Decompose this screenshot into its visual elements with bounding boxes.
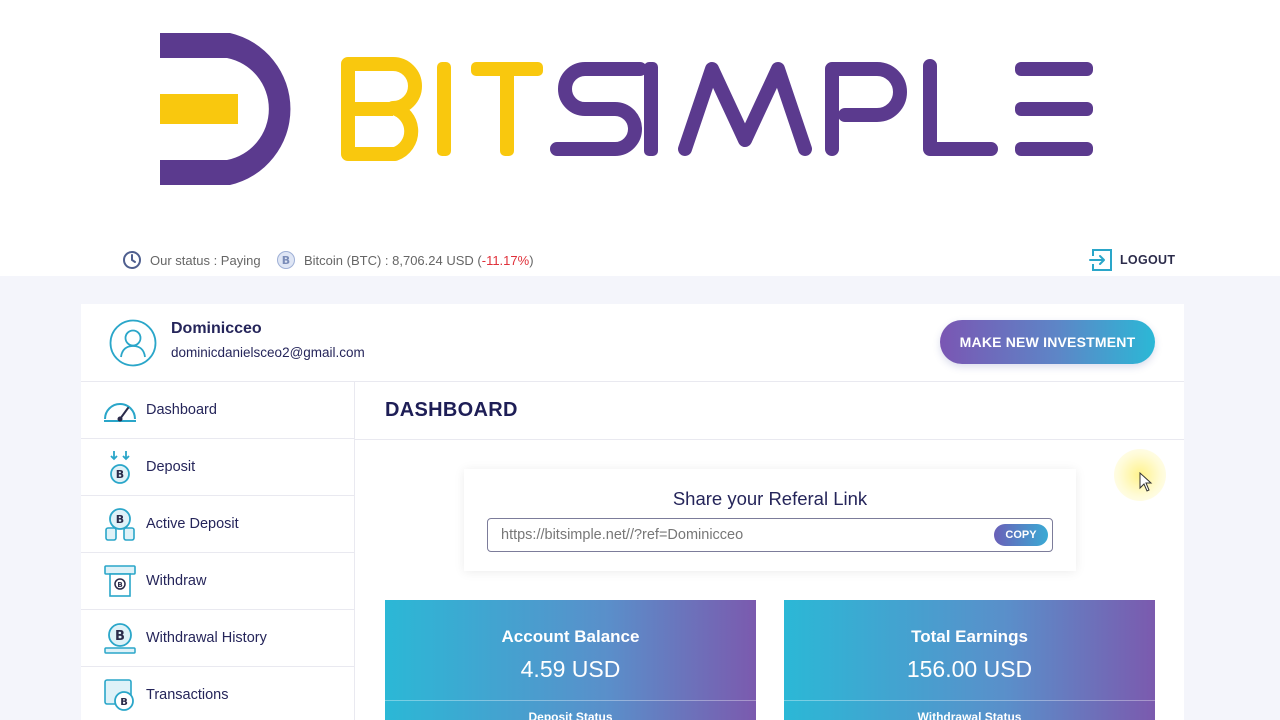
mouse-pointer-icon xyxy=(1139,471,1153,497)
referral-card: Share your Referal Link COPY xyxy=(464,469,1076,571)
payment-status: Our status : Paying xyxy=(122,250,261,270)
sidebar-item-label: Withdraw xyxy=(146,573,207,589)
sidebar-item-label: Dashboard xyxy=(146,402,217,418)
avatar xyxy=(109,319,157,367)
user-header: Dominicceo dominicdanielsceo2@gmail.com … xyxy=(81,304,1184,382)
svg-text:B: B xyxy=(282,254,290,267)
sidebar-item-label: Transactions xyxy=(146,687,229,703)
bitsimple-logo xyxy=(155,30,1115,190)
sidebar-item-transactions[interactable]: B Transactions xyxy=(81,667,355,720)
total-earnings-card: Total Earnings 156.00 USD Withdrawal Sta… xyxy=(784,600,1155,720)
atm-withdraw-icon: B xyxy=(102,563,138,599)
svg-text:B: B xyxy=(117,581,122,589)
card-divider xyxy=(385,700,756,701)
svg-text:B: B xyxy=(116,513,124,526)
svg-text:B: B xyxy=(115,629,125,644)
btc-price-text: Bitcoin (BTC) : 8,706.24 USD ( xyxy=(304,252,482,268)
sidebar-item-label: Active Deposit xyxy=(146,516,239,532)
user-name: Dominicceo xyxy=(171,320,262,337)
card-title: Account Balance xyxy=(501,627,640,646)
referral-title: Share your Referal Link xyxy=(672,488,868,509)
status-bar: Our status : Paying B Bitcoin (BTC) : 8,… xyxy=(0,240,1280,278)
btc-close-paren: ) xyxy=(529,252,534,268)
card-divider xyxy=(784,700,1155,701)
card-value: 4.59 USD xyxy=(520,656,621,682)
bitcoin-history-icon: B xyxy=(102,620,138,656)
bitcoin-deposit-icon: B xyxy=(102,449,138,485)
card-title: Total Earnings xyxy=(911,627,1028,646)
referral-link-box: COPY xyxy=(487,518,1053,552)
speedometer-icon xyxy=(102,392,138,428)
clock-icon xyxy=(122,250,142,270)
svg-text:B: B xyxy=(116,468,124,481)
logout-icon xyxy=(1089,248,1113,272)
logout-button[interactable]: LOGOUT xyxy=(1089,248,1175,272)
main-header: DASHBOARD xyxy=(355,382,1184,440)
page-title: DASHBOARD xyxy=(385,399,518,421)
sidebar-item-withdrawal-history[interactable]: B Withdrawal History xyxy=(81,610,355,667)
status-text: Our status : Paying xyxy=(150,252,261,268)
bitcoin-stack-icon: B xyxy=(102,506,138,542)
sidebar-item-deposit[interactable]: B Deposit xyxy=(81,439,355,496)
sidebar-item-dashboard[interactable]: Dashboard xyxy=(81,382,355,439)
transactions-icon: B xyxy=(102,677,138,713)
referral-link-input[interactable] xyxy=(501,527,981,543)
svg-text:B: B xyxy=(120,697,128,708)
card-subtitle: Withdrawal Status xyxy=(917,710,1022,720)
sidebar-item-label: Withdrawal History xyxy=(146,630,267,646)
copy-button[interactable]: COPY xyxy=(994,524,1048,546)
sidebar: Dashboard B Deposit B Active Deposit B W… xyxy=(81,382,355,720)
card-subtitle: Deposit Status xyxy=(528,710,613,720)
logout-label: LOGOUT xyxy=(1120,253,1176,267)
sidebar-item-withdraw[interactable]: B Withdraw xyxy=(81,553,355,610)
account-balance-card: Account Balance 4.59 USD Deposit Status xyxy=(385,600,756,720)
make-new-investment-button[interactable]: MAKE NEW INVESTMENT xyxy=(940,320,1155,364)
sidebar-item-label: Deposit xyxy=(146,459,196,475)
btc-change: -11.17% xyxy=(481,252,530,268)
user-email: dominicdanielsceo2@gmail.com xyxy=(171,345,365,360)
btc-price: B Bitcoin (BTC) : 8,706.24 USD (-11.17%) xyxy=(276,250,534,270)
sidebar-item-active-deposit[interactable]: B Active Deposit xyxy=(81,496,355,553)
card-value: 156.00 USD xyxy=(906,656,1033,682)
bitcoin-icon: B xyxy=(276,250,296,270)
